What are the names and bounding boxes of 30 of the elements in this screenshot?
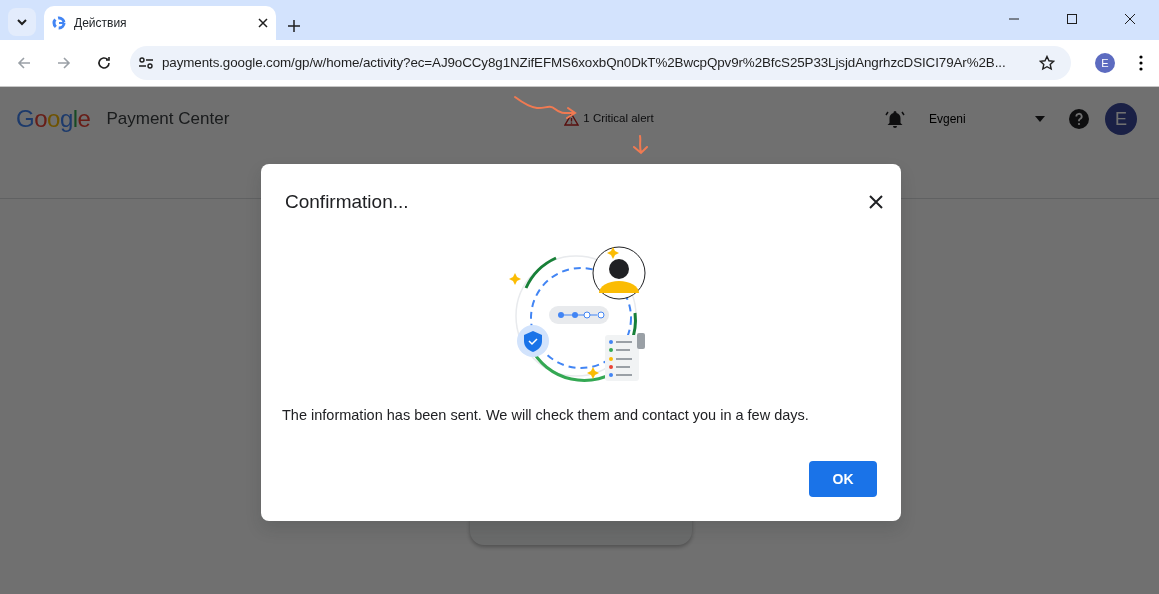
reload-icon[interactable] xyxy=(96,55,112,71)
new-tab-icon[interactable] xyxy=(288,20,300,32)
help-icon[interactable] xyxy=(1069,109,1089,129)
caret-icon xyxy=(1035,116,1045,122)
product-name: Payment Center xyxy=(106,108,230,131)
maximize-icon[interactable] xyxy=(1067,14,1077,24)
dialog-title: Confirmation... xyxy=(285,190,409,214)
close-icon[interactable] xyxy=(1125,14,1135,24)
google-logo: Google xyxy=(16,104,91,134)
close-tab-icon[interactable] xyxy=(258,18,268,28)
address-bar[interactable]: payments.google.com/gp/w/home/activity?ec=AJ9oCCy8g1NZifEFMS6xoxbQn0DkT%2BwcpQpv9r%2BfcS25P33LjsjdAngrhzcDSICI79Ar%2B... xyxy=(130,46,1071,80)
profile-button[interactable]: E xyxy=(1095,53,1115,73)
close-icon[interactable] xyxy=(869,195,883,210)
arrow-annotation xyxy=(514,95,578,121)
caret-icon xyxy=(16,16,28,28)
alert-link[interactable]: 1 Critical alert xyxy=(564,110,654,128)
browser-tab[interactable]: Действия xyxy=(44,6,276,40)
ok-button[interactable]: OK xyxy=(809,461,877,497)
tab-list-button[interactable] xyxy=(8,8,36,36)
back-icon[interactable] xyxy=(16,55,32,71)
forward-icon[interactable] xyxy=(56,55,72,71)
menu-icon[interactable] xyxy=(1139,55,1143,71)
notifications-icon[interactable] xyxy=(885,109,905,129)
star-icon[interactable] xyxy=(1039,55,1055,71)
warning-icon xyxy=(564,112,580,126)
account-menu[interactable]: Evgeni xyxy=(929,111,1045,127)
site-settings-icon[interactable] xyxy=(138,56,154,70)
dialog-message: The information has been sent. We will check them and contact you in a few days. xyxy=(281,405,810,425)
favicon-icon xyxy=(52,16,66,30)
avatar-button[interactable]: E xyxy=(1105,103,1137,135)
